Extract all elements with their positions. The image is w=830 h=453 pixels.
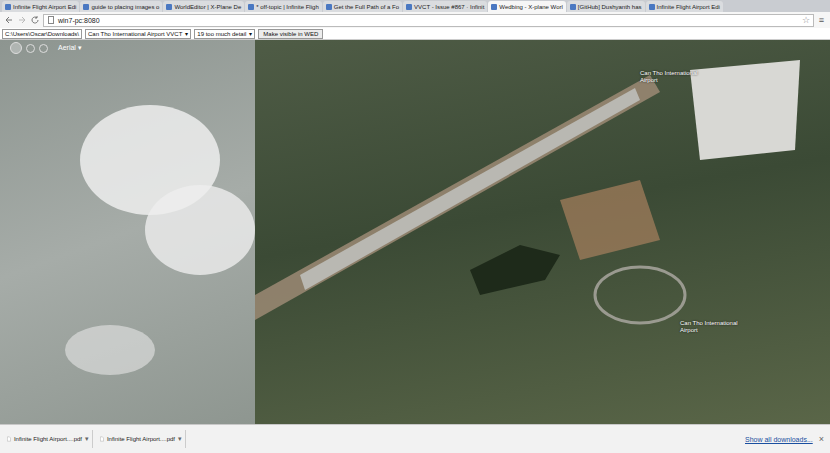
forward-icon[interactable]	[17, 15, 27, 25]
download-item[interactable]: Infinite Flight Airport....pdf ▾	[4, 430, 93, 448]
file-icon	[7, 433, 11, 445]
airport-imagery	[0, 40, 830, 424]
browser-tab[interactable]: [GitHub] Dushyanth has	[567, 1, 645, 12]
favicon-icon	[649, 4, 655, 10]
zoom-in-icon[interactable]	[39, 44, 48, 53]
close-download-bar-button[interactable]: ×	[817, 434, 826, 444]
show-all-downloads-link[interactable]: Show all downloads...	[745, 436, 813, 443]
zoom-out-icon[interactable]	[26, 44, 35, 53]
address-bar-row: win7-pc:8080 ☆ ≡	[0, 12, 830, 28]
browser-tab[interactable]: Wedbing - X-plane Worl	[488, 1, 565, 12]
satellite-map[interactable]: Aerial ▾ Can Tho International Airport Ca…	[0, 40, 830, 424]
browser-window: Infinite Flight Airport Edi guide to pla…	[0, 0, 830, 453]
detail-select[interactable]: 19 too much detail▾	[194, 29, 255, 39]
reload-icon[interactable]	[30, 15, 40, 25]
chrome-menu-button[interactable]: ≡	[817, 15, 826, 25]
bookmark-star-icon[interactable]: ☆	[802, 15, 810, 25]
address-field[interactable]: win7-pc:8080 ☆	[43, 14, 814, 27]
back-icon[interactable]	[4, 15, 14, 25]
browser-tab[interactable]: VVCT - Issue #867 · Infinit	[403, 1, 487, 12]
browser-tab[interactable]: WorldEditor | X-Plane De	[163, 1, 244, 12]
page-toolbar: C:\Users\Oscar\Downloads\ Can Tho Intern…	[0, 28, 830, 40]
favicon-icon	[166, 4, 172, 10]
page-icon	[47, 16, 55, 24]
favicon-icon	[83, 4, 89, 10]
favicon-icon	[570, 4, 576, 10]
browser-tab[interactable]: Infinite Flight Airport Edi	[2, 1, 79, 12]
map-type-dropdown[interactable]: Aerial ▾	[58, 44, 82, 52]
favicon-icon	[406, 4, 412, 10]
browser-tab[interactable]: guide to placing images o	[80, 1, 162, 12]
favicon-icon	[5, 4, 11, 10]
file-icon	[100, 433, 104, 445]
tab-strip: Infinite Flight Airport Edi guide to pla…	[0, 0, 830, 12]
path-field[interactable]: C:\Users\Oscar\Downloads\	[2, 29, 82, 39]
map-controls: Aerial ▾	[10, 42, 82, 54]
favicon-icon	[248, 4, 254, 10]
favicon-icon	[491, 4, 497, 10]
airport-select[interactable]: Can Tho International Airport VVCT▾	[85, 29, 191, 39]
map-label: Can Tho International Airport	[640, 70, 700, 83]
download-bar: Infinite Flight Airport....pdf ▾ Infinit…	[0, 424, 830, 453]
make-visible-button[interactable]: Make visible in WED	[258, 29, 323, 39]
download-item[interactable]: Infinite Flight Airport....pdf ▾	[97, 430, 186, 448]
browser-tab[interactable]: * off-topic | Infinite Fligh	[245, 1, 321, 12]
pan-control-icon[interactable]	[10, 42, 22, 54]
browser-tab[interactable]: Get the Full Path of a Fo	[323, 1, 402, 12]
map-label: Can Tho International Airport	[680, 320, 740, 333]
browser-tab[interactable]: Infinite Flight Airport Edi	[646, 1, 723, 12]
favicon-icon	[326, 4, 332, 10]
